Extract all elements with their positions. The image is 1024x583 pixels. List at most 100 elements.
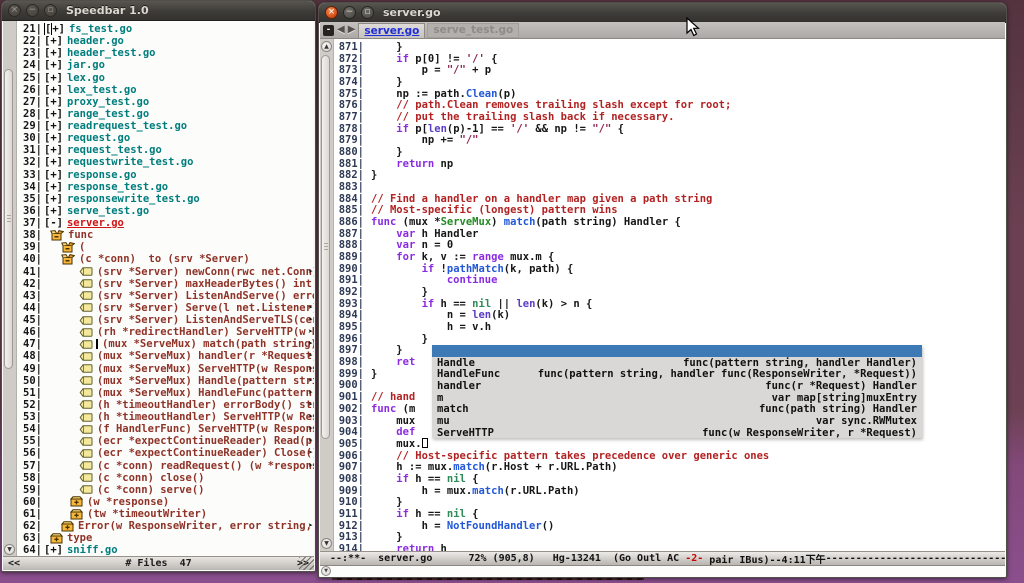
tag-icon[interactable] <box>79 340 93 349</box>
code-line[interactable]: 884|// Find a handler on a handler map g… <box>334 193 1005 205</box>
speedbar-row[interactable]: 32|[+]requestwrite_test.go <box>17 156 314 168</box>
tag-icon[interactable] <box>79 352 93 361</box>
maximize-icon[interactable]: ▫ <box>44 4 57 17</box>
scroll-left-button[interactable]: << <box>8 558 20 569</box>
expand-toggle-icon[interactable]: [+] <box>44 23 65 35</box>
autocomplete-row[interactable]: Handlefunc(pattern string, handler Handl… <box>432 357 922 369</box>
expand-toggle-icon[interactable]: [+] <box>44 144 63 156</box>
editor-titlebar[interactable]: × − ▫ server.go <box>319 3 1006 23</box>
code-line[interactable]: 887| var h Handler <box>334 228 1005 240</box>
code-line[interactable]: 874| } <box>334 76 1005 88</box>
speedbar-row[interactable]: 52|(h *timeoutHandler) errorBody() strin… <box>17 399 314 411</box>
tag-icon[interactable] <box>79 279 93 288</box>
code-line[interactable]: 879| np += "/" <box>334 134 1005 146</box>
speedbar-row[interactable]: 49|(mux *ServeMux) ServeHTTP(w ResponseW… <box>17 363 314 375</box>
expand-toggle-icon[interactable]: [+] <box>44 169 63 181</box>
speedbar-row[interactable]: 21|[+]fs_test.go <box>17 23 314 35</box>
code-line[interactable]: 873| p = "/" + p <box>334 64 1005 76</box>
code-line[interactable]: 908| if h == nil { <box>334 473 1005 485</box>
speedbar-row[interactable]: 35|[+]responsewrite_test.go <box>17 193 314 205</box>
tag-icon[interactable] <box>79 449 93 458</box>
minimize-icon[interactable]: − <box>343 6 356 19</box>
speedbar-row[interactable]: 53|(h *timeoutHandler) ServeHTTP(w Respo… <box>17 411 314 423</box>
tag-icon[interactable] <box>79 316 93 325</box>
speedbar-row[interactable]: 24|[+]jar.go <box>17 59 314 71</box>
code-line[interactable]: 871| } <box>334 41 1005 53</box>
expand-toggle-icon[interactable]: [+] <box>44 205 63 217</box>
speedbar-scrollbar[interactable]: ▼ <box>3 21 17 556</box>
code-line[interactable]: 888| var n = 0 <box>334 239 1005 251</box>
tag-icon[interactable] <box>79 461 93 470</box>
tag-icon[interactable] <box>79 388 93 397</box>
tag-icon[interactable] <box>79 267 93 276</box>
expand-toggle-icon[interactable]: [+] <box>44 96 63 108</box>
tag-icon[interactable] <box>79 303 93 312</box>
maximize-icon[interactable]: ▫ <box>361 6 374 19</box>
code-line[interactable]: 883| <box>334 181 1005 193</box>
closed-box-icon[interactable] <box>50 533 63 544</box>
code-line[interactable]: 892| } <box>334 286 1005 298</box>
code-line[interactable]: 881| return np <box>334 158 1005 170</box>
code-line[interactable]: 914| return h <box>334 543 1005 551</box>
scrollbar-thumb[interactable] <box>321 55 330 439</box>
code-line[interactable]: 877| // put the trailing slash back if n… <box>334 111 1005 123</box>
speedbar-row[interactable]: 61|(tw *timeoutWriter) <box>17 508 314 520</box>
speedbar-row[interactable]: 57|(c *conn) readRequest() (w *response,… <box>17 460 314 472</box>
speedbar-row[interactable]: 55|(ecr *expectContinueReader) Read(p []… <box>17 435 314 447</box>
tag-icon[interactable] <box>79 473 93 482</box>
speedbar-row[interactable]: 45|(srv *Server) ListenAndServeTLS(certF… <box>17 314 314 326</box>
speedbar-row[interactable]: 25|[+]lex.go <box>17 72 314 84</box>
tag-icon[interactable] <box>79 413 93 422</box>
open-box-icon[interactable] <box>61 242 75 253</box>
autocomplete-row[interactable]: ServeHTTPfunc(w ResponseWriter, r *Reque… <box>432 427 922 439</box>
code-line[interactable]: 912| h = NotFoundHandler() <box>334 520 1005 532</box>
tag-icon[interactable] <box>79 425 93 434</box>
expand-toggle-icon[interactable]: [+] <box>44 72 63 84</box>
expand-toggle-icon[interactable]: [+] <box>44 544 63 556</box>
code-line[interactable]: 913| } <box>334 531 1005 543</box>
code-line[interactable]: 895| h = v.h <box>334 321 1005 333</box>
code-line[interactable]: 893| if h == nil || len(k) > n { <box>334 298 1005 310</box>
speedbar-row[interactable]: 58|(c *conn) close() <box>17 472 314 484</box>
tag-icon[interactable] <box>79 328 93 337</box>
speedbar-row[interactable]: 33|[+]response.go <box>17 169 314 181</box>
tag-icon[interactable] <box>79 437 93 446</box>
code-line[interactable]: 882|} <box>334 169 1005 181</box>
minimize-icon[interactable]: − <box>26 4 39 17</box>
tag-icon[interactable] <box>79 485 93 494</box>
tag-icon[interactable] <box>79 400 93 409</box>
expand-toggle-icon[interactable]: [+] <box>44 47 63 59</box>
speedbar-row[interactable]: 59|(c *conn) serve() <box>17 484 314 496</box>
code-line[interactable]: 878| if p[len(p)-1] == '/' && np != "/" … <box>334 123 1005 135</box>
code-line[interactable]: 906| // Host-specific pattern takes prec… <box>334 450 1005 462</box>
code-line[interactable]: 885|// Most-specific (longest) pattern w… <box>334 204 1005 216</box>
speedbar-row[interactable]: 39|( <box>17 241 314 253</box>
autocomplete-row[interactable]: matchfunc(path string) Handler <box>432 403 922 415</box>
scroll-up-icon[interactable]: ▲ <box>321 41 332 52</box>
speedbar-row[interactable]: 64|[+]sniff.go <box>17 544 314 556</box>
autocomplete-row[interactable]: muvar sync.RWMutex <box>432 415 922 427</box>
expand-toggle-icon[interactable]: [+] <box>44 181 63 193</box>
code-line[interactable]: 886|func (mux *ServeMux) match(path stri… <box>334 216 1005 228</box>
tab-server-go[interactable]: server.go <box>358 23 425 38</box>
speedbar-row[interactable]: 28|[+]range_test.go <box>17 108 314 120</box>
open-box-icon[interactable] <box>61 254 75 265</box>
speedbar-row[interactable]: 54|(f HandlerFunc) ServeHTTP(w ResponseW… <box>17 423 314 435</box>
speedbar-row[interactable]: 22|[+]header.go <box>17 35 314 47</box>
speedbar-row[interactable]: 38|func <box>17 229 314 241</box>
speedbar-row[interactable]: 62|Error(w ResponseWriter, error string,… <box>17 520 314 532</box>
speedbar-row[interactable]: 30|[+]request.go <box>17 132 314 144</box>
scrollbar-thumb[interactable] <box>4 69 13 369</box>
expand-toggle-icon[interactable]: [+] <box>44 193 63 205</box>
tab-forward-icon[interactable]: ▶ <box>348 25 356 35</box>
code-line[interactable]: 880| } <box>334 146 1005 158</box>
tag-icon[interactable] <box>79 291 93 300</box>
speedbar-titlebar[interactable]: × − ▫ Speedbar 1.0 <box>2 1 315 21</box>
speedbar-row[interactable]: 60|(w *response) <box>17 496 314 508</box>
speedbar-row[interactable]: 34|[+]response_test.go <box>17 181 314 193</box>
code-line[interactable]: 875| np := path.Clean(p) <box>334 88 1005 100</box>
tab-serve_test-go[interactable]: serve_test.go <box>427 23 519 38</box>
editor-scrollbar[interactable]: ▲ ▼ <box>320 39 334 551</box>
speedbar-row[interactable]: 56|(ecr *expectContinueReader) Close() e… <box>17 447 314 459</box>
expand-toggle-icon[interactable]: [+] <box>44 108 63 120</box>
